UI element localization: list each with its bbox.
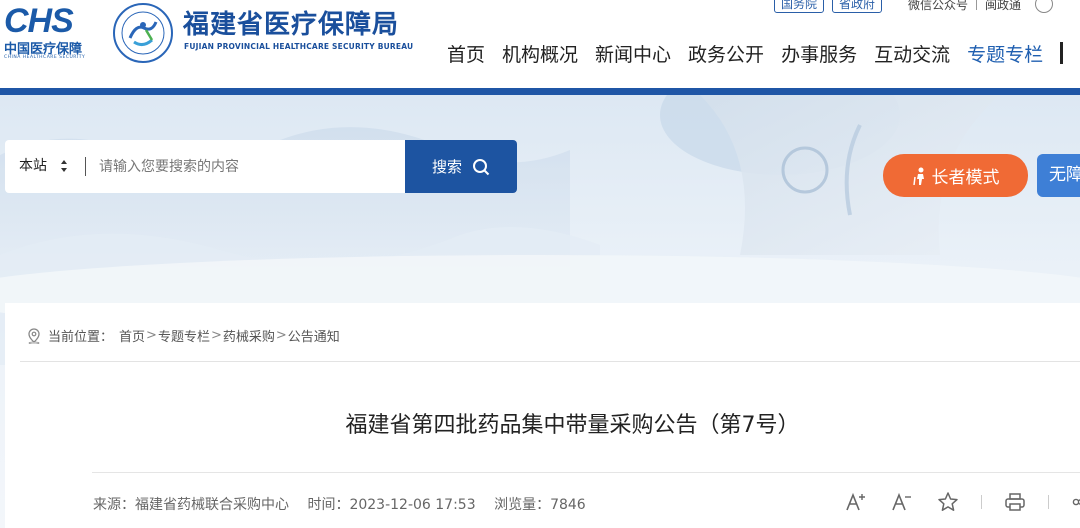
link-state-council[interactable]: 国务院 bbox=[774, 0, 825, 13]
breadcrumb-announcements[interactable]: 公告通知 bbox=[288, 326, 340, 345]
chs-logo[interactable]: CHS 中国医疗保障 CHINA HEALTHCARE SECURITY bbox=[4, 4, 96, 64]
bureau-title[interactable]: 福建省医疗保障局 bbox=[183, 4, 399, 41]
breadcrumb-prefix: 当前位置： bbox=[48, 330, 114, 345]
article-source: 来源：福建省药械联合采购中心 bbox=[93, 497, 289, 513]
nav-home[interactable]: 首页 bbox=[447, 40, 485, 67]
article-meta: 来源：福建省药械联合采购中心 时间：2023-12-06 17:53 浏览量：7… bbox=[93, 494, 600, 514]
nav-interaction[interactable]: 互动交流 bbox=[874, 40, 950, 67]
chs-logo-text: CHS bbox=[4, 2, 74, 40]
search-scope-select[interactable]: 本站 bbox=[19, 140, 47, 193]
tools-divider bbox=[1048, 495, 1049, 509]
search-button[interactable]: 搜索 bbox=[405, 140, 517, 193]
favorite-star-icon[interactable] bbox=[935, 489, 961, 515]
font-decrease-icon[interactable] bbox=[889, 489, 915, 515]
font-increase-icon[interactable] bbox=[843, 489, 869, 515]
search-input[interactable] bbox=[97, 150, 397, 183]
search-divider bbox=[85, 157, 86, 176]
top-links: 国务院 省政府 微信公众号 闽政通 bbox=[774, 0, 1054, 14]
elder-mode-button[interactable]: 长者模式 bbox=[883, 154, 1028, 197]
search-icon bbox=[473, 158, 490, 175]
article-time: 时间：2023-12-06 17:53 bbox=[307, 497, 476, 513]
article-title: 福建省第四批药品集中带量采购公告（第7号） bbox=[345, 413, 800, 438]
elder-person-icon bbox=[912, 167, 924, 185]
bureau-english-name: FUJIAN PROVINCIAL HEALTHCARE SECURITY BU… bbox=[184, 42, 414, 51]
elder-mode-label: 长者模式 bbox=[931, 168, 1000, 188]
link-provincial-gov[interactable]: 省政府 bbox=[832, 0, 883, 13]
chs-logo-en: CHINA HEALTHCARE SECURITY bbox=[4, 55, 86, 60]
header-divider-bar bbox=[0, 88, 1080, 95]
search-box: 本站 搜索 bbox=[5, 140, 517, 193]
breadcrumb-home[interactable]: 首页 bbox=[119, 326, 145, 345]
breadcrumb-separator: > bbox=[146, 328, 157, 343]
article-views: 浏览量：7846 bbox=[494, 497, 586, 513]
nav-about[interactable]: 机构概况 bbox=[502, 40, 578, 67]
article-tools bbox=[843, 489, 1080, 515]
breadcrumb-separator: > bbox=[210, 328, 222, 343]
accessibility-button[interactable]: 无障碍 bbox=[1037, 154, 1080, 197]
top-links-divider bbox=[976, 0, 978, 10]
nav-more-partial[interactable] bbox=[1060, 42, 1064, 64]
search-button-label: 搜索 bbox=[431, 158, 462, 176]
nav-news[interactable]: 新闻中心 bbox=[595, 40, 671, 67]
print-icon[interactable] bbox=[1002, 489, 1028, 515]
share-icon[interactable] bbox=[1069, 489, 1080, 515]
nav-gov-affairs[interactable]: 政务公开 bbox=[688, 40, 764, 67]
sort-arrows-icon[interactable] bbox=[59, 159, 69, 173]
breadcrumb-drug-procurement[interactable]: 药械采购 bbox=[223, 326, 275, 345]
breadcrumb: 当前位置： 首页 > 专题专栏 > 药械采购 > 公告通知 bbox=[27, 326, 340, 345]
nav-special-topics[interactable]: 专题专栏 bbox=[967, 40, 1043, 67]
article-card: 当前位置： 首页 > 专题专栏 > 药械采购 > 公告通知 福建省第四批药品集中… bbox=[5, 303, 1080, 528]
location-pin-icon bbox=[28, 327, 40, 344]
link-wechat[interactable]: 微信公众号 bbox=[908, 0, 968, 13]
link-minzhengtong[interactable]: 闽政通 bbox=[985, 0, 1021, 13]
breadcrumb-special-topics[interactable]: 专题专栏 bbox=[158, 326, 210, 345]
breadcrumb-divider bbox=[20, 361, 1080, 362]
breadcrumb-separator: > bbox=[275, 328, 287, 343]
main-nav: 首页 机构概况 新闻中心 政务公开 办事服务 互动交流 专题专栏 bbox=[447, 40, 1080, 67]
site-header: CHS 中国医疗保障 CHINA HEALTHCARE SECURITY 福建省… bbox=[0, 0, 1080, 88]
title-divider bbox=[92, 472, 1080, 473]
nav-services[interactable]: 办事服务 bbox=[781, 40, 857, 67]
top-circle-icon[interactable] bbox=[1035, 0, 1054, 13]
tools-divider bbox=[981, 495, 982, 509]
emblem-icon bbox=[113, 3, 173, 63]
